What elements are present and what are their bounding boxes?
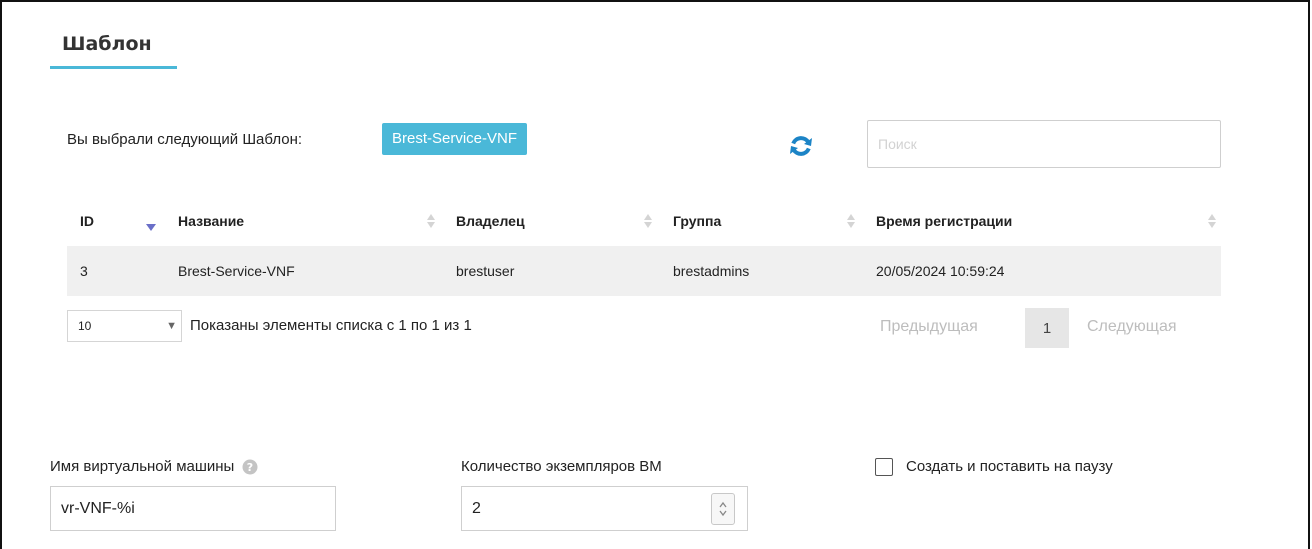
tab-template[interactable]: Шаблон <box>62 33 152 55</box>
refresh-button[interactable] <box>786 131 816 161</box>
tab-active-indicator <box>50 66 177 69</box>
chevron-up-icon[interactable] <box>718 501 728 509</box>
sort-icon <box>1208 214 1216 228</box>
sort-desc-icon <box>146 224 156 231</box>
chevron-down-icon[interactable] <box>718 509 728 517</box>
column-header-registration-time[interactable]: Время регистрации <box>860 196 1221 246</box>
list-info-text: Показаны элементы списка с 1 по 1 из 1 <box>190 317 472 334</box>
hold-checkbox-label[interactable]: Создать и поставить на паузу <box>906 458 1113 475</box>
page-size-select[interactable]: 10 ▼ <box>67 310 182 342</box>
column-header-id[interactable]: ID <box>67 196 162 246</box>
column-header-owner[interactable]: Владелец <box>440 196 657 246</box>
cell-owner: brestuser <box>456 263 515 279</box>
templates-table: ID Название Владелец Группа Время регист… <box>67 196 1221 296</box>
cell-id: 3 <box>80 263 88 279</box>
cell-registration-time: 20/05/2024 10:59:24 <box>876 263 1005 279</box>
quantity-stepper[interactable] <box>711 493 735 525</box>
page-number-button[interactable]: 1 <box>1025 308 1069 348</box>
vm-name-field[interactable] <box>50 486 336 531</box>
vm-name-label: Имя виртуальной машины ? <box>50 458 258 475</box>
cell-name: Brest-Service-VNF <box>178 263 295 279</box>
instances-label: Количество экземпляров ВМ <box>461 458 662 475</box>
cell-group: brestadmins <box>673 263 750 279</box>
refresh-icon <box>790 136 812 156</box>
instances-field[interactable] <box>461 486 748 531</box>
help-icon[interactable]: ? <box>242 459 258 475</box>
selected-template-label: Вы выбрали следующий Шаблон: <box>67 131 303 148</box>
table-header: ID Название Владелец Группа Время регист… <box>67 196 1221 246</box>
table-row[interactable]: 3 Brest-Service-VNF brestuser brestadmin… <box>67 246 1221 296</box>
next-page-button[interactable]: Следующая <box>1087 318 1177 336</box>
column-header-name[interactable]: Название <box>162 196 440 246</box>
svg-text:?: ? <box>246 461 252 474</box>
selected-template-badge: Brest-Service-VNF <box>382 123 528 155</box>
search-input[interactable] <box>867 120 1221 168</box>
column-header-group[interactable]: Группа <box>657 196 860 246</box>
sort-icon <box>427 214 435 228</box>
sort-icon <box>644 214 652 228</box>
hold-checkbox[interactable] <box>875 458 893 476</box>
previous-page-button[interactable]: Предыдущая <box>880 318 978 336</box>
sort-icon <box>847 214 855 228</box>
chevron-down-icon: ▼ <box>166 320 177 332</box>
